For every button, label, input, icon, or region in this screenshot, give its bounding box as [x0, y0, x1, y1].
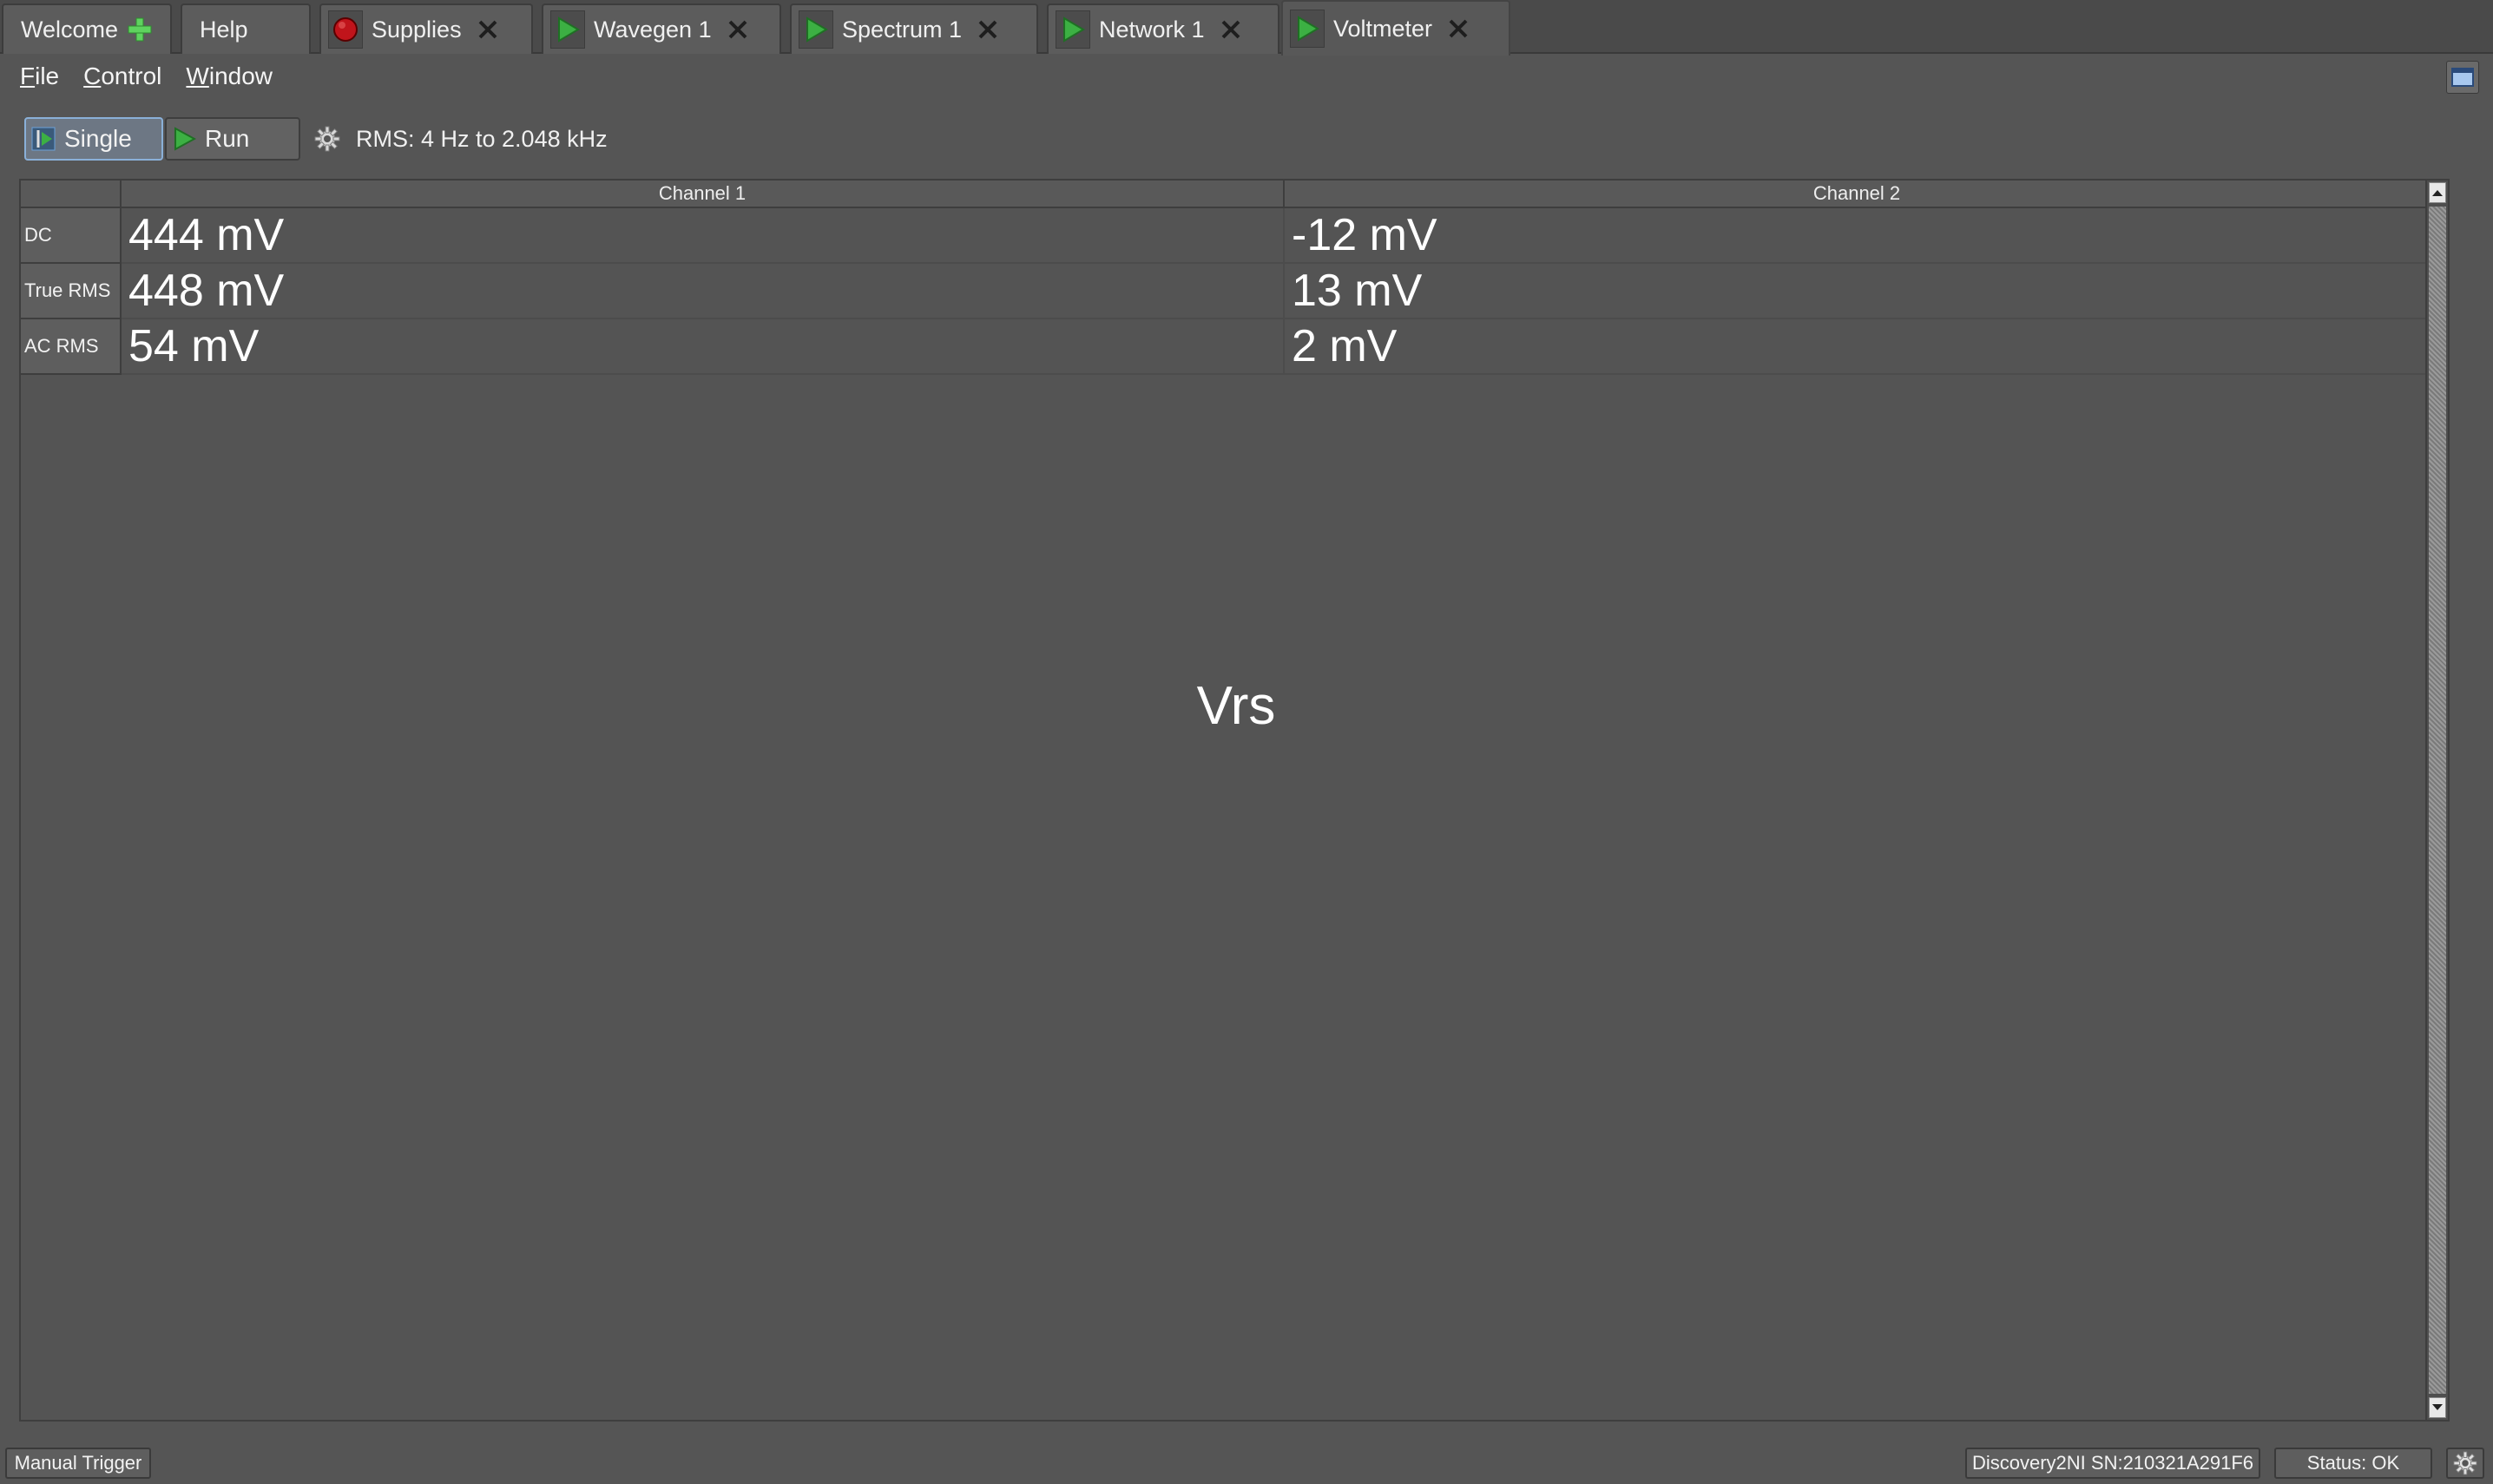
status-label: Status: OK — [2306, 1452, 2400, 1474]
run-button[interactable]: Run — [165, 117, 300, 161]
row-header-true-rms: True RMS — [21, 264, 122, 319]
row-label: True RMS — [24, 279, 111, 301]
rms-range-label: RMS: 4 Hz to 2.048 kHz — [356, 125, 608, 152]
column-header-label: Channel 1 — [658, 182, 747, 204]
menu-window-mnemonic: W — [186, 62, 209, 89]
play-icon — [174, 127, 196, 151]
tab-label: Spectrum 1 — [842, 16, 963, 43]
tab-supplies[interactable]: Supplies — [319, 3, 533, 54]
play-icon[interactable] — [799, 10, 833, 49]
menu-control-mnemonic: C — [83, 62, 102, 89]
close-icon[interactable] — [976, 17, 1000, 42]
play-icon[interactable] — [550, 10, 585, 49]
table-cell: 444 mV — [122, 208, 1285, 264]
tab-label: Voltmeter — [1333, 15, 1433, 42]
table-cell: 2 mV — [1285, 319, 2429, 375]
stop-icon[interactable] — [328, 10, 363, 49]
tab-label: Network 1 — [1099, 16, 1205, 43]
run-button-label: Run — [205, 125, 250, 152]
single-button[interactable]: Single — [24, 117, 163, 161]
status-bar: Manual Trigger Discovery2NI SN:210321A29… — [0, 1441, 2493, 1484]
menu-window[interactable]: Window — [186, 62, 273, 90]
table-cell: 13 mV — [1285, 264, 2429, 319]
tab-help[interactable]: Help — [181, 3, 311, 54]
center-unit-text: Vrs — [1196, 676, 1276, 736]
ac-rms-channel-2-value: 2 mV — [1292, 321, 1398, 371]
toolbar: Single Run RMS: 4 Hz to 2.048 kHz — [24, 116, 608, 161]
table-cell: 54 mV — [122, 319, 1285, 375]
column-header-label: Channel 2 — [1812, 182, 1901, 204]
device-button[interactable]: Discovery2NI SN:210321A291F6 — [1965, 1448, 2260, 1479]
menu-file-mnemonic: F — [20, 62, 36, 89]
close-icon[interactable] — [1446, 16, 1470, 41]
single-button-label: Single — [64, 125, 132, 152]
column-header-corner — [21, 181, 122, 208]
tab-network-1[interactable]: Network 1 — [1047, 3, 1279, 54]
undock-window-button[interactable] — [2446, 61, 2479, 94]
menu-file-label: ile — [35, 62, 60, 89]
close-icon[interactable] — [726, 17, 750, 42]
dc-channel-1-value: 444 mV — [128, 210, 285, 260]
single-acquisition-icon — [31, 127, 56, 151]
menu-file[interactable]: File — [20, 62, 59, 90]
scroll-down-arrow[interactable] — [2429, 1397, 2446, 1418]
scroll-up-arrow[interactable] — [2429, 182, 2446, 203]
manual-trigger-button[interactable]: Manual Trigger — [5, 1448, 151, 1479]
true-rms-channel-1-value: 448 mV — [128, 266, 285, 316]
device-label: Discovery2NI SN:210321A291F6 — [1971, 1452, 2254, 1474]
tab-voltmeter[interactable]: Voltmeter — [1281, 0, 1510, 56]
menu-control-label: ontrol — [101, 62, 162, 89]
row-label: DC — [24, 224, 52, 246]
tab-welcome[interactable]: Welcome — [2, 3, 172, 54]
manual-trigger-label: Manual Trigger — [14, 1452, 142, 1474]
settings-button[interactable] — [2446, 1448, 2484, 1479]
measurement-table: Channel 1 Channel 2 DC 444 mV -12 mV Tru… — [19, 179, 2450, 1422]
close-icon[interactable] — [476, 17, 500, 42]
window-icon — [2451, 68, 2474, 87]
menu-window-label: indow — [208, 62, 273, 89]
table-cell: 448 mV — [122, 264, 1285, 319]
tab-label: Welcome — [21, 16, 119, 43]
dc-channel-2-value: -12 mV — [1292, 210, 1437, 260]
true-rms-channel-2-value: 13 mV — [1292, 266, 1423, 316]
tab-wavegen-1[interactable]: Wavegen 1 — [542, 3, 781, 54]
table-cell: -12 mV — [1285, 208, 2429, 264]
tab-label: Wavegen 1 — [594, 16, 712, 43]
row-header-dc: DC — [21, 208, 122, 264]
chevron-up-icon — [2432, 190, 2443, 196]
gear-icon — [2453, 1451, 2477, 1475]
play-icon[interactable] — [1056, 10, 1090, 49]
close-icon[interactable] — [1219, 17, 1243, 42]
menu-control[interactable]: Control — [83, 62, 161, 90]
tab-label: Help — [200, 16, 248, 43]
row-header-ac-rms: AC RMS — [21, 319, 122, 375]
chevron-down-icon — [2432, 1404, 2443, 1410]
ac-rms-channel-1-value: 54 mV — [128, 321, 260, 371]
status-button[interactable]: Status: OK — [2274, 1448, 2432, 1479]
gear-icon[interactable] — [314, 126, 340, 152]
tab-bar: Welcome Help Supplies Wavegen 1 Spectrum… — [0, 0, 2493, 56]
plus-icon[interactable] — [127, 16, 153, 43]
column-header-channel-1[interactable]: Channel 1 — [122, 181, 1285, 208]
menu-bar: File Control Window — [0, 56, 2493, 97]
play-icon[interactable] — [1290, 10, 1325, 48]
vertical-scrollbar[interactable] — [2425, 181, 2448, 1420]
tab-spectrum-1[interactable]: Spectrum 1 — [790, 3, 1038, 54]
scrollbar-track[interactable] — [2429, 207, 2446, 1394]
tab-label: Supplies — [372, 16, 462, 43]
row-label: AC RMS — [24, 335, 99, 357]
column-header-channel-2[interactable]: Channel 2 — [1285, 181, 2429, 208]
